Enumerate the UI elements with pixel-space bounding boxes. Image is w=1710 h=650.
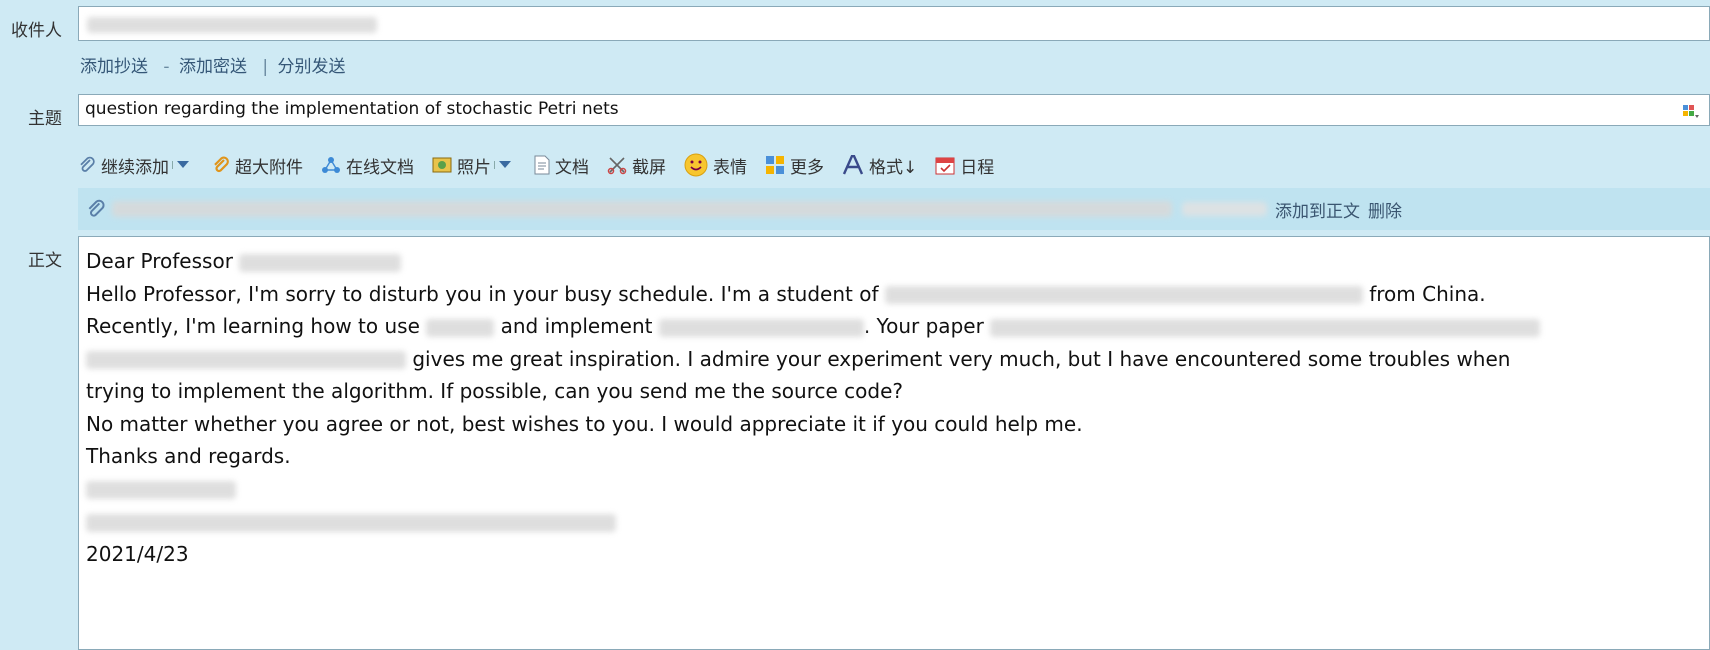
apps-grid-icon <box>766 156 784 174</box>
paper-title-redacted <box>990 318 1541 337</box>
body-text-segment: gives me great inspiration. I admire you… <box>406 346 1511 371</box>
delete-attachment-link[interactable]: 删除 <box>1368 197 1402 222</box>
schedule-button[interactable]: 日程 <box>935 153 994 178</box>
continue-add-button[interactable]: 继续添加 <box>78 153 194 178</box>
online-doc-label: 在线文档 <box>346 157 414 178</box>
calendar-icon <box>935 157 955 175</box>
body-line: Dear Professor <box>86 245 1689 278</box>
cc-pipe-separator: | <box>262 57 269 77</box>
body-text-segment: . Your paper <box>863 314 991 338</box>
smiley-icon <box>684 153 708 177</box>
add-to-body-link[interactable]: 添加到正文 <box>1275 197 1360 222</box>
document-icon <box>534 155 550 175</box>
add-bcc-link[interactable]: 添加密送 <box>179 57 247 77</box>
large-paperclip-icon <box>214 156 229 173</box>
text-format-icon <box>842 155 864 175</box>
continue-add-label: 继续添加 <box>101 157 169 178</box>
body-label: 正文 <box>28 251 62 271</box>
body-line: Thanks and regards. <box>86 444 291 468</box>
body-text[interactable]: Dear Professor Hello Professor, I'm sorr… <box>86 245 1689 570</box>
professor-name-redacted <box>239 253 402 272</box>
emoji-button[interactable]: 表情 <box>684 153 747 178</box>
body-line: Hello Professor, I'm sorry to disturb yo… <box>86 278 1689 311</box>
format-button[interactable]: 格式↓ <box>842 153 917 178</box>
attachment-size-redacted <box>1182 202 1267 216</box>
body-line <box>86 505 1689 538</box>
subject-label: 主题 <box>28 109 62 129</box>
more-button[interactable]: 更多 <box>765 153 824 178</box>
sender-affiliation-redacted <box>86 513 616 532</box>
subject-input[interactable] <box>85 99 1669 119</box>
body-line: trying to implement the algorithm. If po… <box>86 379 903 403</box>
attachment-filename-redacted[interactable] <box>112 201 1172 217</box>
body-text-segment: Recently, I'm learning how to use <box>86 314 427 338</box>
body-text-segment: and implement <box>500 314 659 338</box>
screenshot-button[interactable]: 截屏 <box>607 153 666 178</box>
cc-dash-separator: - <box>163 57 170 77</box>
more-label: 更多 <box>790 157 824 178</box>
document-button[interactable]: 文档 <box>534 153 589 178</box>
university-name-redacted <box>884 286 1363 304</box>
online-doc-button[interactable]: 在线文档 <box>321 153 414 178</box>
emoji-label: 表情 <box>713 157 747 178</box>
to-label: 收件人 <box>11 21 62 41</box>
body-text-segment: Hello Professor, I'm sorry to disturb yo… <box>86 281 885 306</box>
photo-icon <box>432 157 452 173</box>
large-attachment-label: 超大附件 <box>235 157 303 178</box>
attachment-paperclip-icon <box>88 199 105 217</box>
tool-name-redacted <box>426 318 495 337</box>
add-cc-link[interactable]: 添加抄送 <box>80 57 148 77</box>
recipient-address-redacted <box>87 17 377 33</box>
attachment-bar: 添加到正文 删除 <box>78 188 1710 230</box>
chevron-down-icon[interactable] <box>172 161 194 169</box>
cc-links: 添加抄送 - 添加密送 | 分别发送 <box>80 52 350 77</box>
topic-name-redacted <box>658 318 864 337</box>
screenshot-label: 截屏 <box>632 157 666 178</box>
large-attachment-button[interactable]: 超大附件 <box>212 153 303 178</box>
paper-title-redacted-cont <box>86 351 406 369</box>
schedule-label: 日程 <box>960 157 995 178</box>
compose-toolbar: 继续添加 超大附件 在线文档 照片 文档 截屏 表情 更多 格式↓ 日程 <box>78 150 1012 180</box>
document-label: 文档 <box>555 157 589 178</box>
body-date: 2021/4/23 <box>86 541 189 566</box>
photo-chevron-down-icon[interactable] <box>494 161 516 169</box>
separate-send-link[interactable]: 分别发送 <box>278 57 346 77</box>
recipient-field[interactable] <box>78 6 1710 41</box>
body-line: No matter whether you agree or not, best… <box>86 411 1083 436</box>
salutation-text: Dear Professor <box>86 249 233 273</box>
photo-button[interactable]: 照片 <box>432 153 516 178</box>
share-nodes-icon <box>322 157 340 173</box>
app-grid-icon[interactable] <box>1683 104 1699 118</box>
sender-name-redacted <box>86 481 236 499</box>
photo-label: 照片 <box>457 157 491 178</box>
subject-field <box>78 94 1710 126</box>
body-line: Recently, I'm learning how to use and im… <box>86 310 1689 343</box>
body-line <box>86 473 1689 506</box>
body-text-segment: from China. <box>1362 281 1486 306</box>
body-line: gives me great inspiration. I admire you… <box>86 343 1689 376</box>
scissors-icon <box>607 157 627 175</box>
format-label: 格式↓ <box>869 157 918 178</box>
paperclip-icon <box>80 156 95 172</box>
body-editor[interactable]: Dear Professor Hello Professor, I'm sorr… <box>78 236 1710 650</box>
